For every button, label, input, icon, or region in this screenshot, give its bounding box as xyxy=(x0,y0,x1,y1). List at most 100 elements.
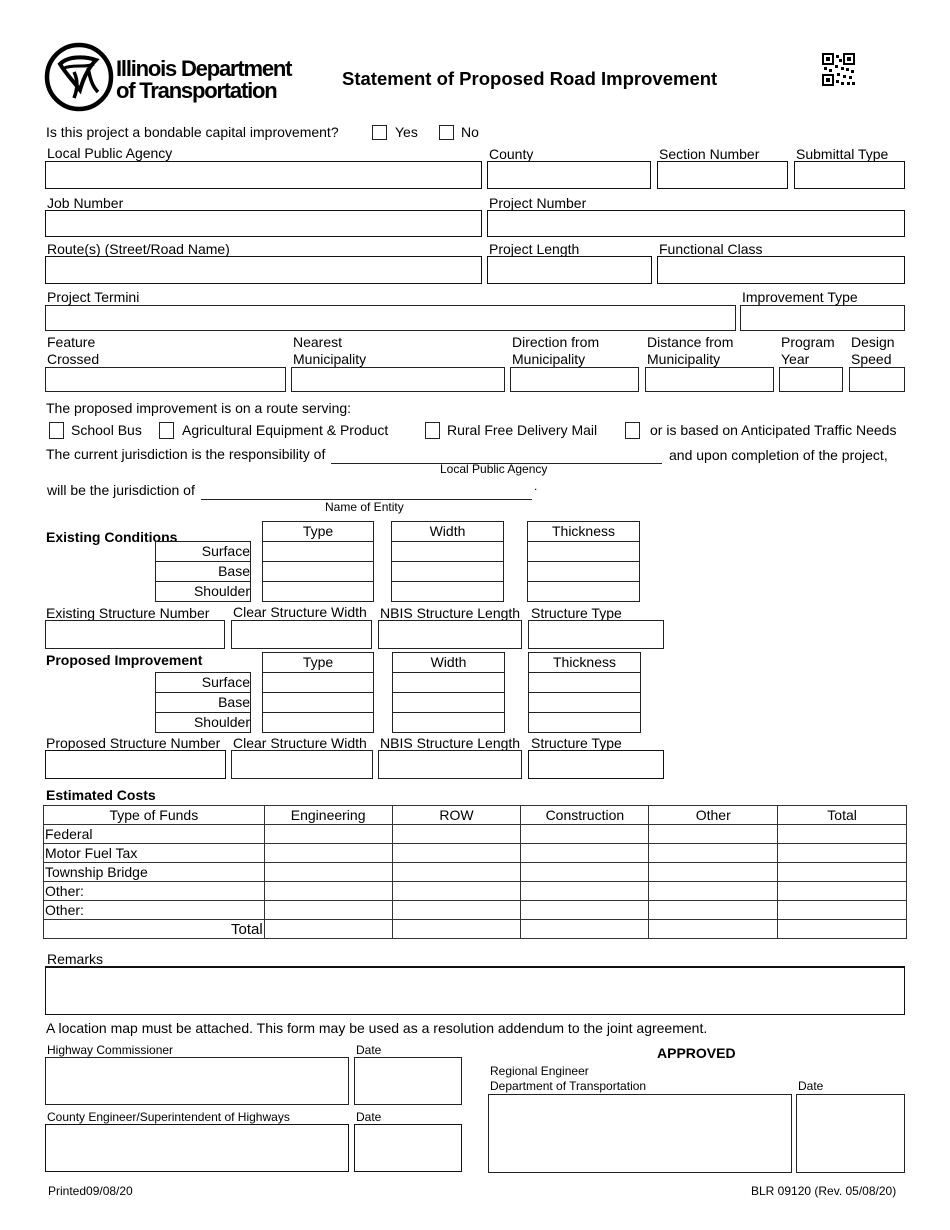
table-row: Township Bridge xyxy=(43,862,907,882)
existing-nbis-length-field[interactable] xyxy=(378,620,522,649)
existing-base-type[interactable] xyxy=(262,561,374,582)
existing-clear-width-field[interactable] xyxy=(231,620,372,649)
cost-cell[interactable] xyxy=(648,862,779,882)
proposed-shoulder-width[interactable] xyxy=(392,712,505,733)
existing-shoulder-thickness[interactable] xyxy=(527,581,640,602)
proposed-base-thickness[interactable] xyxy=(528,692,641,713)
bondable-no-checkbox[interactable] xyxy=(439,125,454,140)
fund-label[interactable]: Other: xyxy=(43,900,265,920)
existing-base-thickness[interactable] xyxy=(527,561,640,582)
cost-cell[interactable] xyxy=(520,862,650,882)
cost-cell[interactable] xyxy=(263,824,393,844)
cost-cell[interactable] xyxy=(263,862,393,882)
proposed-surface-type[interactable] xyxy=(262,672,374,693)
section-number-field[interactable] xyxy=(657,161,788,189)
cost-cell[interactable] xyxy=(391,881,522,901)
proposed-shoulder-thickness[interactable] xyxy=(528,712,641,733)
jurisdiction-line1-suffix: and upon completion of the project, xyxy=(669,447,888,463)
feature-crossed-label-1: Feature xyxy=(47,334,96,350)
cost-cell[interactable] xyxy=(263,881,393,901)
bondable-yes-checkbox[interactable] xyxy=(372,125,387,140)
cost-cell[interactable] xyxy=(391,862,522,882)
proposed-base-width[interactable] xyxy=(392,692,505,713)
existing-shoulder-width[interactable] xyxy=(391,581,504,602)
existing-surface-thickness[interactable] xyxy=(527,541,640,562)
total-construction[interactable] xyxy=(520,919,650,939)
total-total[interactable] xyxy=(777,919,907,939)
cost-cell[interactable] xyxy=(520,843,650,863)
cost-cell[interactable] xyxy=(777,824,907,844)
local-public-agency-field[interactable] xyxy=(45,161,482,189)
direction-from-field[interactable] xyxy=(510,367,639,392)
cost-cell[interactable] xyxy=(777,862,907,882)
proposed-clear-width-field[interactable] xyxy=(231,750,373,779)
existing-shoulder-type[interactable] xyxy=(262,581,374,602)
proposed-shoulder-type[interactable] xyxy=(262,712,374,733)
proposed-structure-type-field[interactable] xyxy=(528,750,664,779)
school-bus-checkbox[interactable] xyxy=(49,422,64,439)
cost-cell[interactable] xyxy=(263,900,393,920)
cost-cell[interactable] xyxy=(777,900,907,920)
design-speed-field[interactable] xyxy=(849,367,905,392)
existing-structure-number-field[interactable] xyxy=(45,620,225,649)
proposed-surface-thickness[interactable] xyxy=(528,672,641,693)
remarks-field[interactable] xyxy=(45,966,905,1015)
highway-commissioner-signature-field[interactable] xyxy=(45,1057,349,1105)
regional-engineer-signature-field[interactable] xyxy=(488,1094,792,1173)
cost-cell[interactable] xyxy=(520,881,650,901)
cost-cell[interactable] xyxy=(520,824,650,844)
cost-cell[interactable] xyxy=(648,824,779,844)
nearest-municipality-field[interactable] xyxy=(291,367,505,392)
fund-label[interactable]: Other: xyxy=(43,881,265,901)
rural-mail-checkbox[interactable] xyxy=(425,422,440,439)
total-engineering[interactable] xyxy=(263,919,393,939)
proposed-structure-number-label: Proposed Structure Number xyxy=(46,735,221,751)
submittal-type-field[interactable] xyxy=(794,161,905,189)
existing-surface-type[interactable] xyxy=(262,541,374,562)
feature-crossed-field[interactable] xyxy=(45,367,286,392)
regional-engineer-date-field[interactable] xyxy=(796,1094,905,1173)
cost-cell[interactable] xyxy=(648,881,779,901)
improvement-type-field[interactable] xyxy=(740,305,905,331)
proposed-base-type[interactable] xyxy=(262,692,374,713)
cost-cell[interactable] xyxy=(391,900,522,920)
county-engineer-date-field[interactable] xyxy=(354,1124,462,1172)
job-number-field[interactable] xyxy=(45,210,482,237)
costs-header-construction: Construction xyxy=(520,805,650,825)
cost-cell[interactable] xyxy=(263,843,393,863)
county-engineer-signature-field[interactable] xyxy=(45,1124,349,1172)
cost-cell[interactable] xyxy=(648,900,779,920)
program-year-field[interactable] xyxy=(779,367,843,392)
school-bus-label: School Bus xyxy=(71,422,142,438)
distance-from-label-2: Municipality xyxy=(647,351,721,367)
total-other[interactable] xyxy=(648,919,779,939)
traffic-needs-checkbox[interactable] xyxy=(625,422,640,439)
project-length-field[interactable] xyxy=(487,256,652,284)
existing-width-header: Width xyxy=(391,521,504,542)
form-id: BLR 09120 (Rev. 05/08/20) xyxy=(751,1184,897,1198)
jurisdiction-line2-prefix: will be the jurisdiction of xyxy=(47,482,195,498)
cost-cell[interactable] xyxy=(648,843,779,863)
project-number-field[interactable] xyxy=(487,210,905,237)
cost-cell[interactable] xyxy=(777,881,907,901)
total-row-col[interactable] xyxy=(391,919,522,939)
distance-from-field[interactable] xyxy=(645,367,774,392)
routes-field[interactable] xyxy=(45,256,482,284)
highway-commissioner-date-field[interactable] xyxy=(354,1057,462,1105)
existing-structure-type-field[interactable] xyxy=(528,620,664,649)
county-field[interactable] xyxy=(487,161,651,189)
cost-cell[interactable] xyxy=(391,824,522,844)
agricultural-checkbox[interactable] xyxy=(159,422,174,439)
proposed-nbis-length-field[interactable] xyxy=(378,750,522,779)
proposed-structure-number-field[interactable] xyxy=(45,750,226,779)
total-label: Total xyxy=(43,919,265,939)
cost-cell[interactable] xyxy=(520,900,650,920)
cost-cell[interactable] xyxy=(391,843,522,863)
functional-class-field[interactable] xyxy=(657,256,905,284)
existing-surface-label: Surface xyxy=(155,541,251,562)
existing-base-width[interactable] xyxy=(391,561,504,582)
existing-surface-width[interactable] xyxy=(391,541,504,562)
cost-cell[interactable] xyxy=(777,843,907,863)
project-termini-field[interactable] xyxy=(45,305,736,331)
proposed-surface-width[interactable] xyxy=(392,672,505,693)
